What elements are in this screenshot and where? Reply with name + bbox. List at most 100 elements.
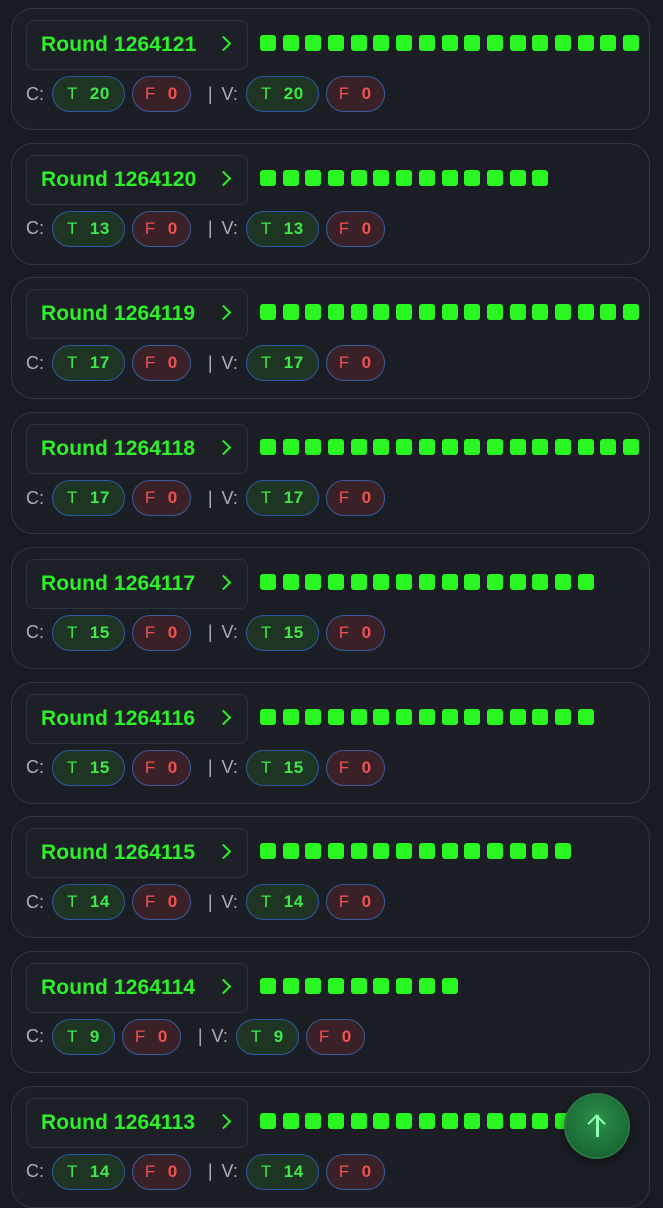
result-square [373,439,390,456]
result-square [577,573,594,590]
round-card: Round 1264115 C: T 14 F0 | V: T 14 F0 [11,816,650,939]
v-label: V: [221,1161,238,1182]
result-square [350,169,367,186]
round-link-button[interactable]: Round 1264120 [26,154,248,205]
separator: | [207,622,213,643]
result-square [464,1112,481,1129]
result-square [464,169,481,186]
result-square [282,573,299,590]
round-link-button[interactable]: Round 1264119 [26,289,248,340]
c-label: C: [26,1026,44,1047]
result-square [554,573,571,590]
v-true-badge: T9 [235,1018,299,1055]
result-square [441,439,458,456]
result-square [509,573,526,590]
result-square [464,573,481,590]
result-square [532,708,549,725]
result-square [418,977,435,994]
c-label: C: [26,757,44,777]
c-false-badge: F0 [131,749,191,786]
result-square [486,439,503,456]
result-square [509,169,526,186]
result-square [486,35,503,51]
result-squares [260,169,645,188]
c-false-badge: F0 [131,1153,191,1190]
round-link-button[interactable]: Round 1264121 [26,20,248,70]
separator: | [207,83,213,104]
c-false-badge: F0 [131,480,191,517]
v-label: V: [221,352,238,373]
result-square [441,843,458,860]
round-link-button[interactable]: Round 1264115 [26,828,248,879]
result-square [260,843,276,860]
result-square [623,35,639,51]
round-title: Round 1264115 [41,841,196,865]
round-link-button[interactable]: Round 1264116 [26,693,248,744]
result-square [282,1112,299,1129]
result-square [328,169,345,186]
c-true-badge: T 14 [52,884,125,921]
result-square [396,1112,413,1129]
result-square [464,304,481,321]
result-square [600,439,617,456]
round-card: Round 1264117 C: T 15 F0 | V: T 15 F0 [11,546,650,669]
result-square [373,708,390,725]
result-square [577,35,594,51]
round-link-button[interactable]: Round 1264113 [26,1097,248,1148]
c-false-badge: F0 [131,614,191,651]
result-square [509,35,526,51]
v-true-badge: T 15 [245,614,319,651]
v-label: V: [221,218,238,239]
round-card: Round 1264118 C: T 17 F0 | V: T 17 F0 [11,412,650,535]
v-label: V: [221,757,238,777]
round-stats: C: T9 F0 | V: T9 F0 [26,1018,372,1056]
result-square [418,35,435,51]
round-title: Round 1264116 [41,706,196,730]
result-square [350,843,367,860]
round-stats: C: T 14 F0 | V: T 14 F0 [26,883,392,921]
result-square [260,708,276,725]
result-square [328,1112,345,1129]
result-square [260,1112,276,1129]
result-square [418,708,435,725]
c-true-badge: T 13 [52,210,125,247]
result-square [532,304,549,321]
round-link-button[interactable]: Round 1264114 [26,962,248,1013]
result-square [396,843,413,860]
round-title: Round 1264113 [41,1110,196,1134]
result-square [305,169,322,186]
result-square [486,1112,503,1129]
v-true-badge: T 14 [245,1153,319,1190]
c-false-badge: F0 [131,76,191,112]
result-square [509,708,526,725]
c-label: C: [26,83,44,104]
v-false-badge: F0 [325,884,385,921]
c-false-badge: F0 [131,345,191,382]
result-square [418,573,435,590]
round-title: Round 1264120 [41,167,197,191]
v-label: V: [221,487,238,508]
result-square [350,439,367,456]
chevron-right-icon [215,709,232,725]
c-true-badge: T 20 [52,76,125,112]
round-link-button[interactable]: Round 1264117 [26,558,248,609]
separator: | [207,352,213,373]
c-false-badge: F0 [131,210,191,247]
result-square [464,35,481,51]
result-square [554,708,571,725]
separator: | [207,487,213,508]
result-squares [260,304,645,322]
result-square [441,573,458,590]
result-square [532,35,549,51]
scroll-to-top-button[interactable] [566,1095,628,1157]
result-square [600,35,617,51]
result-square [532,439,549,456]
c-label: C: [26,891,44,912]
result-square [554,843,571,860]
result-square [396,35,413,51]
result-square [305,304,322,321]
result-square [282,708,299,725]
result-square [486,573,503,590]
result-square [396,169,413,186]
round-link-button[interactable]: Round 1264118 [26,424,248,475]
